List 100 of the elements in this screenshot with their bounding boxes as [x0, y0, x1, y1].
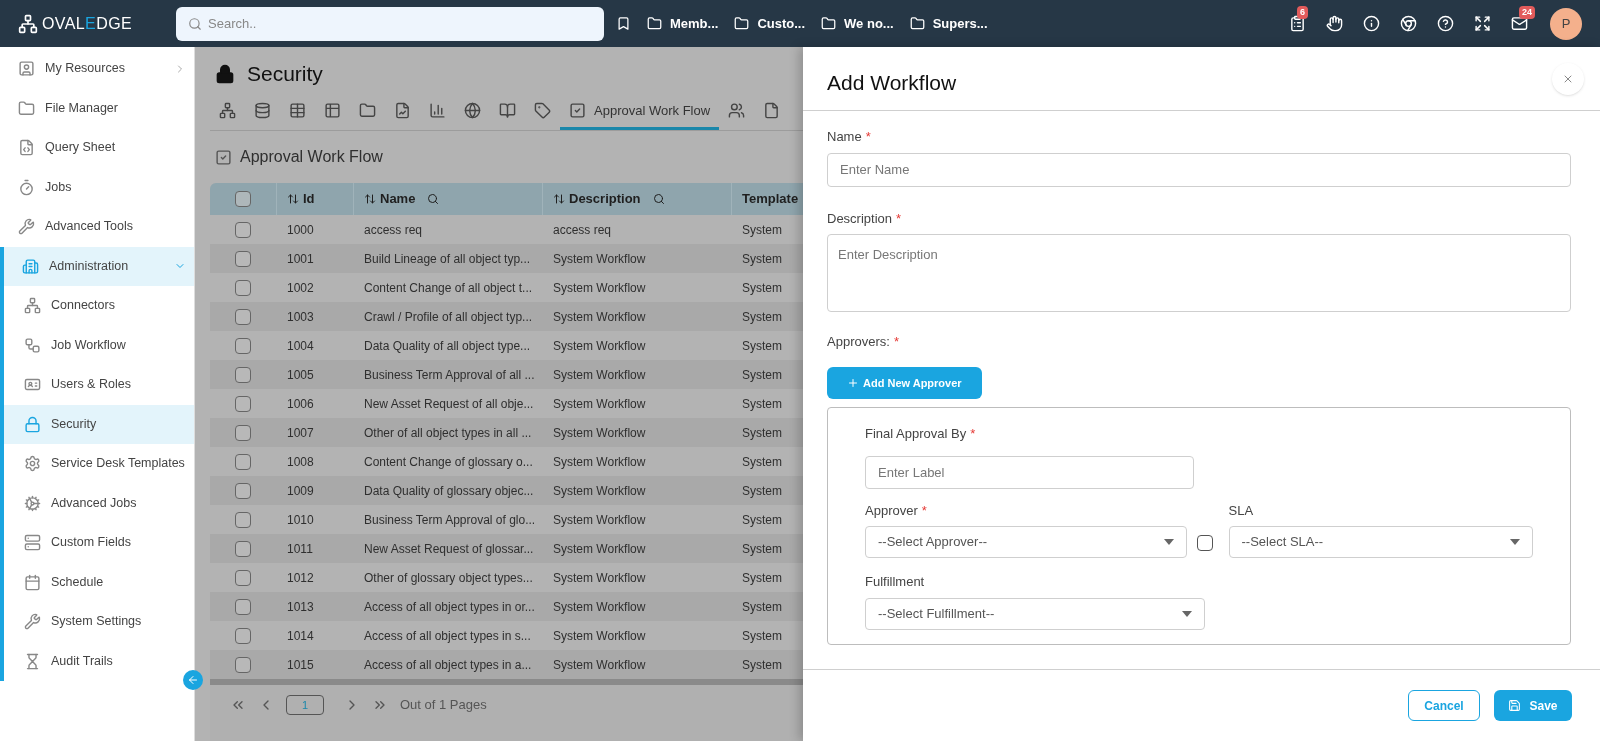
- sidebar-item[interactable]: System Settings: [4, 602, 194, 642]
- checkbox[interactable]: [235, 191, 251, 207]
- scrollbar[interactable]: [210, 679, 803, 685]
- table-cell-text: Build Lineage of all object typ...: [363, 250, 532, 268]
- table-row[interactable]: 1015 Access of all object types in a... System Workflow System: [210, 650, 803, 679]
- table-cell-text: 1004: [286, 337, 315, 355]
- field-label: Fulfillment: [865, 573, 926, 591]
- table-cell-text: 1001: [286, 250, 315, 268]
- sidebar-item[interactable]: Advanced Tools: [0, 207, 194, 247]
- table-cell-text: System Workflow: [552, 250, 647, 268]
- checkbox[interactable]: [235, 627, 251, 644]
- database-icon: [254, 102, 271, 119]
- table-row[interactable]: 1001 Build Lineage of all object typ... System Workflow System: [210, 244, 803, 273]
- checkbox[interactable]: [235, 482, 251, 499]
- label-field[interactable]: Enter Label: [865, 455, 1194, 489]
- folder-icon: [647, 16, 662, 31]
- checkbox[interactable]: [235, 453, 251, 470]
- table-cell-text: System: [741, 540, 783, 558]
- user-avatar[interactable]: P: [1550, 7, 1582, 40]
- table-cell-text: Data Quality of all object type...: [363, 337, 532, 355]
- tab[interactable]: Approval Work Flow: [560, 95, 720, 130]
- sidebar-item[interactable]: Security: [4, 404, 194, 444]
- checkbox[interactable]: [235, 250, 251, 267]
- checkbox[interactable]: [235, 366, 251, 383]
- description-field[interactable]: Enter Description: [827, 234, 1571, 312]
- table-cell-text: System: [741, 308, 783, 326]
- help-icon[interactable]: [1437, 15, 1454, 32]
- collapse-button[interactable]: [183, 670, 203, 690]
- count-badge: 6: [1297, 6, 1308, 19]
- table-cell-text: Business Term Approval of all ...: [363, 366, 536, 384]
- table-row[interactable]: 1005 Business Term Approval of all ... System Workflow System: [210, 360, 803, 389]
- folder-icon: [909, 16, 925, 31]
- sidebar-item[interactable]: Administration: [4, 246, 194, 286]
- checkbox[interactable]: [235, 308, 251, 325]
- info-icon[interactable]: [1363, 15, 1380, 32]
- checkbox[interactable]: [235, 424, 251, 441]
- fulfillment-select[interactable]: --Select Fulfillment--: [865, 597, 1205, 630]
- table-cell-text: 1014: [286, 627, 315, 645]
- checkbox[interactable]: [235, 569, 251, 586]
- checkbox[interactable]: [235, 540, 251, 557]
- sidebar-item[interactable]: Schedule: [4, 562, 194, 602]
- table-cell-text: System Workflow: [552, 453, 647, 471]
- hand-icon[interactable]: [1326, 15, 1343, 32]
- table-cell-text: System Workflow: [552, 366, 647, 384]
- table-cell-text: 1009: [286, 482, 315, 500]
- checkbox[interactable]: [235, 511, 251, 528]
- search-field[interactable]: Search..: [176, 6, 604, 41]
- lock-icon: [24, 415, 41, 433]
- sidebar-item[interactable]: Job Workflow: [4, 325, 194, 365]
- checkbox[interactable]: [235, 221, 251, 238]
- table-row[interactable]: 1007 Other of all object types in all ... System Workflow System: [210, 418, 803, 447]
- field-label: Final Approval By *: [865, 425, 977, 443]
- bookmark-icon[interactable]: [616, 16, 631, 31]
- table-cell-text: System: [741, 366, 783, 384]
- sidebar-item[interactable]: Connectors: [4, 286, 194, 326]
- table-row[interactable]: 1003 Crawl / Profile of all object typ... System Workflow System: [210, 302, 803, 331]
- table-cell-text: System: [741, 598, 783, 616]
- browser-icon[interactable]: [1400, 15, 1417, 32]
- sidebar-item[interactable]: Advanced Jobs: [4, 483, 194, 523]
- table-row[interactable]: 1013 Access of all object types in or... System Workflow System: [210, 592, 803, 621]
- users-icon: [728, 102, 746, 119]
- sidebar-item[interactable]: Users & Roles: [4, 365, 194, 405]
- checkbox[interactable]: [235, 337, 251, 354]
- code-file-icon: [18, 139, 35, 157]
- sidebar-item[interactable]: File Manager: [0, 88, 194, 128]
- table-cell-text: System: [741, 482, 783, 500]
- bookmark-folder[interactable]: We no...: [821, 13, 894, 34]
- sort-icon: [553, 193, 565, 205]
- sidebar-item[interactable]: My Resources: [0, 49, 194, 89]
- table-cell-text: System Workflow: [552, 540, 647, 558]
- count-badge: 24: [1519, 6, 1535, 19]
- sidebar-item[interactable]: Jobs: [0, 167, 194, 207]
- required-mark: *: [921, 502, 927, 518]
- expand-icon[interactable]: [1474, 15, 1491, 32]
- table-cell-text: 1015: [286, 656, 315, 674]
- sidebar-item[interactable]: Custom Fields: [4, 523, 194, 563]
- table-cell-text: System Workflow: [552, 395, 647, 413]
- checkbox[interactable]: [235, 598, 251, 615]
- table-row[interactable]: 1011 New Asset Request of glossar... System Workflow System: [210, 534, 803, 563]
- checkbox[interactable]: [1196, 534, 1213, 551]
- approver-select[interactable]: --Select Approver--: [865, 526, 1187, 558]
- building-icon: [22, 257, 39, 275]
- tasks-icon[interactable]: [1289, 15, 1306, 32]
- sidebar-item[interactable]: Query Sheet: [0, 128, 194, 168]
- bookmark-folder[interactable]: Custo...: [734, 13, 806, 34]
- gear-icon: [24, 455, 41, 473]
- name-field[interactable]: Enter Name: [827, 152, 1571, 187]
- required-mark: *: [865, 129, 871, 144]
- bookmark-folder[interactable]: Supers...: [909, 13, 988, 34]
- page-title: Security: [247, 61, 323, 88]
- sla-select[interactable]: --Select SLA--: [1228, 526, 1533, 558]
- sidebar-item[interactable]: Audit Trails: [4, 641, 194, 681]
- sidebar-item[interactable]: Service Desk Templates: [4, 444, 194, 484]
- table-row[interactable]: 1009 Data Quality of glossary objec... System Workflow System: [210, 476, 803, 505]
- bookmark-folder[interactable]: Memb...: [647, 13, 719, 34]
- checkbox[interactable]: [235, 279, 251, 296]
- mail-icon[interactable]: [1511, 15, 1528, 32]
- checkbox[interactable]: [235, 656, 251, 673]
- table-cell-text: Other of all object types in all ...: [363, 424, 533, 442]
- checkbox[interactable]: [235, 395, 251, 412]
